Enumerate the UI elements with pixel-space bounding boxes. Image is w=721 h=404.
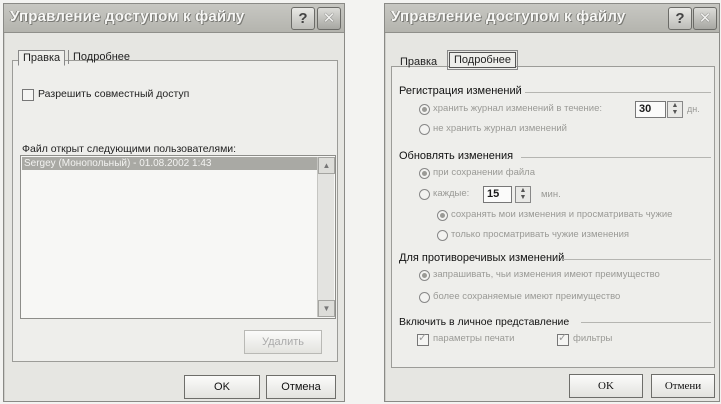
cancel-button[interactable]: Отмена [266,375,336,399]
every-minutes-spinner[interactable]: ▲ ▼ [515,186,531,203]
list-scrollbar[interactable]: ▲ ▼ [317,157,335,317]
scroll-up-icon[interactable]: ▲ [318,157,335,174]
tracking-section-title: Регистрация изменений [399,85,522,97]
ask-label: запрашивать, чьи изменения имеют преимущ… [433,269,660,280]
users-label: Файл открыт следующими пользователями: [22,143,237,155]
every-label: каждые: [433,188,470,199]
keep-days-input[interactable]: 30 [635,101,666,118]
print-settings-label: параметры печати [433,333,515,344]
on-save-radio[interactable] [419,168,430,179]
ok-button[interactable]: OK [184,375,260,399]
save-and-view-label: сохранять мои изменения и просматривать … [451,209,673,220]
help-button[interactable]: ? [668,7,692,30]
print-settings-checkbox[interactable] [417,331,429,346]
window-title: Управление доступом к файлу [391,8,626,25]
only-view-radio[interactable] [437,230,448,241]
ok-button[interactable]: OK [569,374,643,398]
close-button[interactable]: ✕ [317,7,341,30]
saved-win-radio[interactable] [419,292,430,303]
save-and-view-radio[interactable] [437,210,448,221]
every-minutes-input[interactable]: 15 [483,186,512,203]
keep-days-spinner[interactable]: ▲ ▼ [667,101,683,118]
update-section-title: Обновлять изменения [399,150,514,162]
title-bar: Управление доступом к файлу ? ✕ [4,4,344,33]
share-dialog-left: Управление доступом к файлу ? ✕ Правка П… [3,3,345,402]
tab-details[interactable]: Подробнее [68,50,134,64]
filters-label: фильтры [573,333,613,344]
tab-edit[interactable]: Правка [18,50,66,66]
scroll-down-icon[interactable]: ▼ [318,300,335,317]
remove-button[interactable]: Удалить [244,330,322,354]
tab-edit[interactable]: Правка [396,55,441,69]
every-radio[interactable] [419,189,430,200]
list-item[interactable]: Sergey (Монопольный) - 01.08.2002 1:43 [22,157,317,170]
window-title: Управление доступом к файлу [10,8,245,25]
share-dialog-right: Управление доступом к файлу ? ✕ Правка П… [384,3,720,402]
conflict-section-title: Для противоречивых изменений [399,252,565,264]
no-log-radio[interactable] [419,124,430,135]
allow-sharing-label: Разрешить совместный доступ [38,88,190,100]
days-unit: дн. [687,104,700,114]
close-button[interactable]: ✕ [693,7,717,30]
no-log-label: не хранить журнал изменений [433,123,567,134]
minutes-unit: мин. [541,189,561,200]
keep-log-radio[interactable] [419,104,430,115]
only-view-label: только просматривать чужие изменения [451,229,630,240]
keep-log-label: хранить журнал изменений в течение: [433,103,603,114]
filters-checkbox[interactable] [557,331,569,346]
on-save-label: при сохранении файла [433,167,535,178]
tab-details[interactable]: Подробнее [446,50,519,70]
allow-sharing-checkbox[interactable] [22,89,34,101]
saved-win-label: более сохраняемые имеют преимущество [433,291,621,302]
help-button[interactable]: ? [291,7,315,30]
cancel-button[interactable]: Отмени [651,374,715,398]
personal-view-section-title: Включить в личное представление [399,316,570,328]
users-list[interactable]: Sergey (Монопольный) - 01.08.2002 1:43 ▲… [20,155,336,319]
ask-radio[interactable] [419,270,430,281]
title-bar: Управление доступом к файлу ? ✕ [385,4,719,33]
